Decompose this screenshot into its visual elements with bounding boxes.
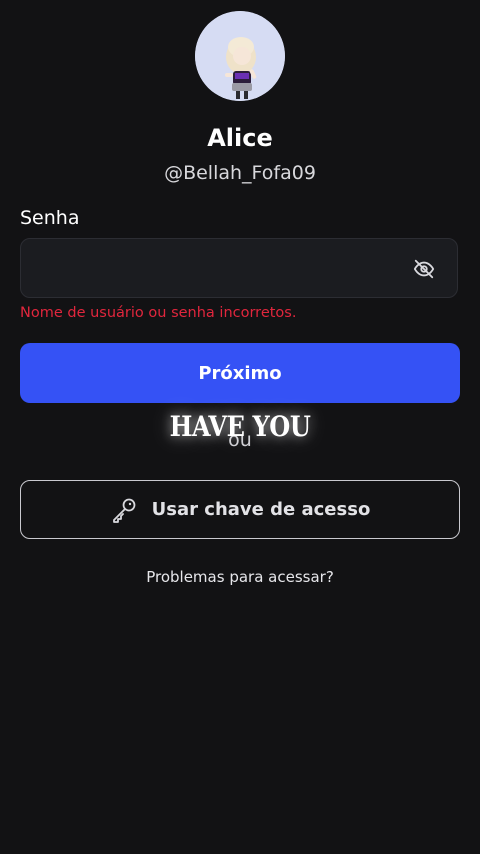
error-message: Nome de usuário ou senha incorretos. [20,305,297,321]
next-button[interactable]: Próximo [20,343,460,403]
avatar [195,11,285,101]
key-icon [110,496,138,524]
display-name: Alice [207,124,273,152]
use-passkey-button[interactable]: Usar chave de acesso [20,480,460,539]
username: @Bellah_Fofa09 [164,162,316,184]
overlay-caption: HAVE YOU [169,410,311,443]
trouble-signing-in-link[interactable]: Problemas para acessar? [0,568,480,586]
login-screen: Alice @Bellah_Fofa09 Senha Nome de usuár… [0,0,480,854]
use-passkey-label: Usar chave de acesso [151,499,371,520]
password-field [20,238,458,298]
password-label: Senha [20,207,80,229]
avatar-image [195,11,285,101]
eye-off-icon[interactable] [413,258,435,280]
password-input[interactable] [35,239,399,298]
